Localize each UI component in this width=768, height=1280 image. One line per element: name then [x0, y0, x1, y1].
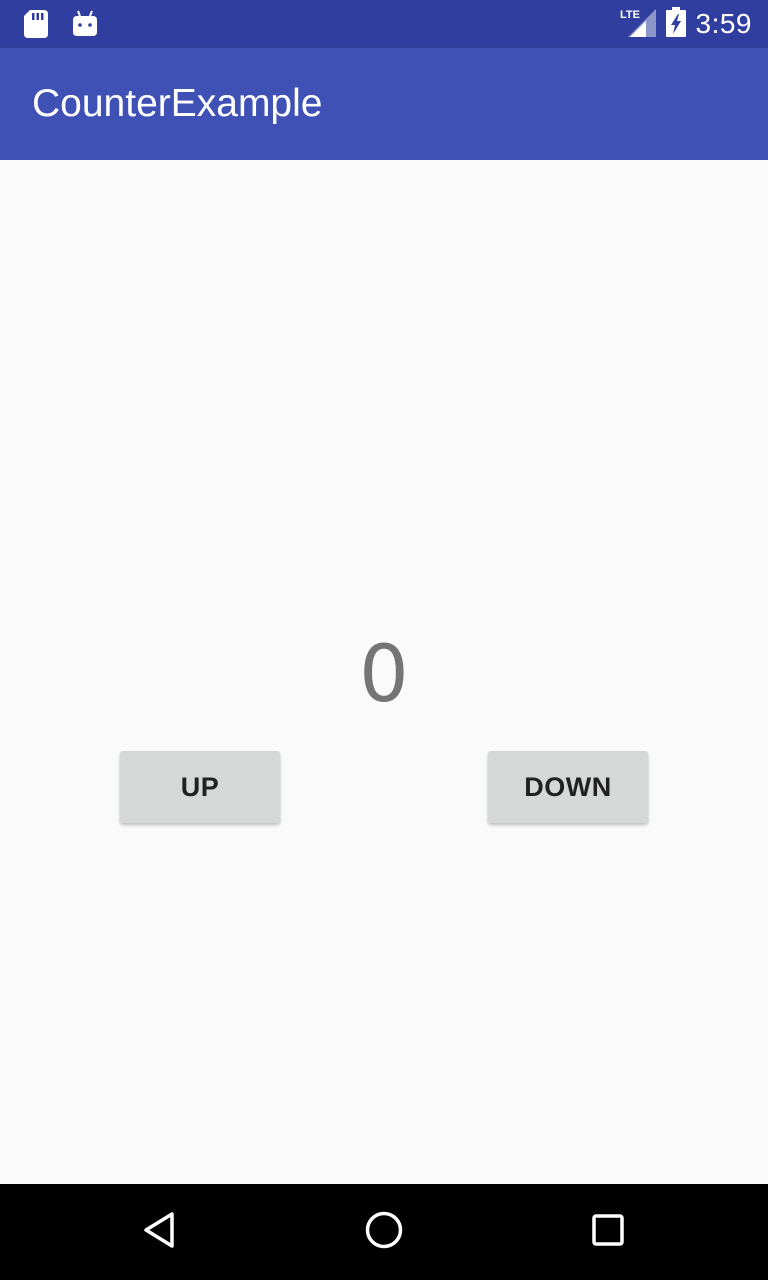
up-button[interactable]: UP	[120, 751, 280, 823]
home-icon	[364, 1210, 404, 1255]
recents-icon	[588, 1210, 628, 1255]
lte-signal-icon: LTE	[620, 7, 656, 42]
android-icon	[72, 10, 98, 43]
main-content: 0 UP DOWN	[0, 160, 768, 1184]
navigation-bar	[0, 1184, 768, 1280]
system-icons: LTE 3:59	[620, 6, 753, 42]
notification-icons	[24, 10, 98, 43]
down-button[interactable]: DOWN	[488, 751, 648, 823]
status-time: 3:59	[695, 8, 752, 39]
status-bar: LTE 3:59	[0, 0, 768, 48]
app-bar: CounterExample	[0, 48, 768, 160]
back-icon	[140, 1210, 180, 1255]
back-button[interactable]	[136, 1208, 184, 1256]
sd-card-icon	[24, 10, 48, 43]
app-title: CounterExample	[32, 82, 323, 125]
network-label: LTE	[620, 9, 640, 21]
battery-charging-icon	[665, 6, 686, 42]
counter-value: 0	[359, 630, 409, 720]
recents-button[interactable]	[584, 1208, 632, 1256]
home-button[interactable]	[360, 1208, 408, 1256]
